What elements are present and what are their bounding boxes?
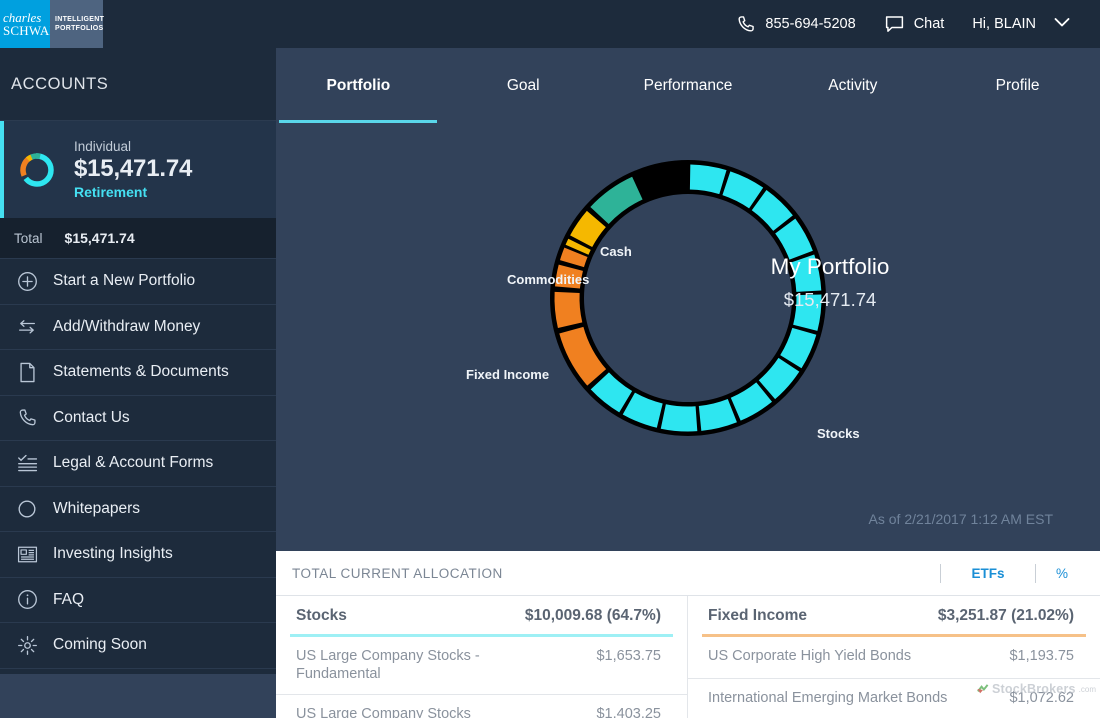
- portfolio-donut-chart[interactable]: [398, 148, 978, 448]
- chart-label-fixed-income: Fixed Income: [466, 367, 550, 382]
- info-circle-icon: [16, 589, 38, 611]
- sidebar-nav-list: Start a New Portfolio Add/Withdraw Money: [0, 258, 276, 669]
- logo-portfolios: PORTFOLIOS: [55, 25, 104, 32]
- chart-label-commodities: Commodities: [507, 272, 590, 287]
- document-icon: [16, 361, 38, 383]
- etfs-toggle-link[interactable]: ETFs: [941, 566, 1035, 581]
- as-of-timestamp: As of 2/21/2017 1:12 AM EST: [868, 511, 1053, 527]
- top-header-bar: charles SCHWAB INTELLIGENT PORTFOLIOS 85…: [0, 0, 1100, 48]
- sidebar-item-label: Whitepapers: [53, 499, 141, 517]
- sidebar-item-investing-insights[interactable]: Investing Insights: [0, 532, 276, 578]
- account-tag: Retirement: [74, 184, 148, 200]
- logo-charles: charles: [3, 9, 42, 25]
- accounts-heading: ACCOUNTS: [11, 74, 109, 93]
- phone-icon: [736, 14, 756, 34]
- account-card-individual[interactable]: Individual $15,471.74 Retirement: [0, 120, 276, 218]
- holding-name: US Large Company Stocks - Fundamental: [296, 648, 480, 683]
- page-root: charles SCHWAB INTELLIGENT PORTFOLIOS 85…: [0, 0, 1100, 718]
- category-summary-row: Fixed Income $3,251.87 (21.02%): [688, 596, 1100, 634]
- holding-row[interactable]: US Corporate High Yield Bonds $1,193.75: [688, 637, 1100, 679]
- sidebar-item-contact-us[interactable]: Contact Us: [0, 396, 276, 441]
- logo-schwab: SCHWAB: [3, 23, 59, 38]
- sidebar-item-label: Coming Soon: [53, 636, 147, 654]
- sidebar-item-label: FAQ: [53, 590, 85, 608]
- account-type: Individual: [74, 139, 132, 154]
- total-value: $15,471.74: [64, 230, 135, 246]
- sidebar-item-label: Statements & Documents: [53, 363, 229, 381]
- sidebar-item-add-withdraw-money[interactable]: Add/Withdraw Money: [0, 305, 276, 350]
- tab-activity[interactable]: Activity: [770, 48, 935, 123]
- sidebar-item-faq[interactable]: FAQ: [0, 578, 276, 623]
- holding-name: International Emerging Market Bonds: [708, 690, 948, 706]
- holding-name: US Large Company Stocks: [296, 705, 471, 718]
- allocation-donut-panel: My Portfolio $15,471.74 Cash Commodities…: [276, 123, 1100, 551]
- chart-label-cash: Cash: [600, 244, 632, 259]
- brand-logo[interactable]: charles SCHWAB INTELLIGENT PORTFOLIOS: [0, 0, 105, 48]
- phone-icon: [16, 407, 38, 429]
- sidebar-item-label: Investing Insights: [53, 545, 173, 563]
- category-summary-row: Stocks $10,009.68 (64.7%): [276, 596, 687, 634]
- holding-value: $1,653.75: [596, 648, 661, 664]
- sidebar-footer-panel: [0, 674, 276, 718]
- allocation-columns: Stocks $10,009.68 (64.7%) US Large Compa…: [276, 596, 1100, 718]
- header-utility-nav: 855-694-5208 Chat Hi, BLAIN: [722, 0, 1084, 48]
- sidebar-total-row: Total $15,471.74: [0, 218, 276, 258]
- user-menu[interactable]: Hi, BLAIN: [958, 16, 1084, 32]
- chat-label: Chat: [913, 16, 945, 32]
- allocation-header: TOTAL CURRENT ALLOCATION ETFs %: [276, 551, 1100, 596]
- chat-link[interactable]: Chat: [870, 14, 959, 34]
- phone-number-text: 855-694-5208: [765, 16, 856, 32]
- tab-bar: Portfolio Goal Performance Activity Prof…: [276, 48, 1100, 123]
- category-name: Stocks: [296, 607, 347, 624]
- main-content: Portfolio Goal Performance Activity Prof…: [276, 48, 1100, 718]
- sidebar-item-label: Legal & Account Forms: [53, 454, 214, 472]
- chart-label-stocks: Stocks: [817, 426, 860, 441]
- total-current-allocation-section: TOTAL CURRENT ALLOCATION ETFs % Stocks $…: [276, 551, 1100, 718]
- sidebar-item-label: Add/Withdraw Money: [53, 317, 201, 335]
- checklist-icon: [16, 452, 38, 474]
- allocation-title: TOTAL CURRENT ALLOCATION: [292, 565, 503, 581]
- holding-row[interactable]: International Emerging Market Bonds $1,0…: [688, 679, 1100, 718]
- category-summary: $3,251.87 (21.02%): [937, 607, 1074, 624]
- sidebar-item-label: Contact Us: [53, 408, 130, 426]
- account-donut-icon: [20, 152, 54, 187]
- holding-value: $1,072.62: [1009, 690, 1074, 706]
- newspaper-icon: [16, 543, 38, 565]
- transfer-arrows-icon: [16, 316, 38, 338]
- charles-schwab-logo: charles SCHWAB: [0, 0, 59, 48]
- allocation-column-stocks: Stocks $10,009.68 (64.7%) US Large Compa…: [276, 596, 688, 718]
- chat-bubble-icon: [884, 14, 905, 34]
- holding-value: $1,403.25: [596, 705, 661, 718]
- tab-profile[interactable]: Profile: [935, 48, 1100, 123]
- holding-row[interactable]: US Large Company Stocks - Fundamental $1…: [276, 637, 687, 695]
- holding-name: US Corporate High Yield Bonds: [708, 648, 912, 664]
- phone-number-link[interactable]: 855-694-5208: [722, 14, 869, 34]
- circle-icon: [16, 498, 38, 520]
- tab-goal[interactable]: Goal: [441, 48, 606, 123]
- sidebar-item-coming-soon[interactable]: Coming Soon: [0, 623, 276, 669]
- intelligent-portfolios-logo: INTELLIGENT PORTFOLIOS: [50, 0, 105, 48]
- tab-portfolio[interactable]: Portfolio: [276, 48, 441, 123]
- account-card-details: Individual $15,471.74 Retirement: [74, 139, 192, 200]
- category-name: Fixed Income: [708, 607, 808, 624]
- sidebar-item-statements-documents[interactable]: Statements & Documents: [0, 350, 276, 396]
- tab-performance[interactable]: Performance: [606, 48, 771, 123]
- sidebar-item-label: Start a New Portfolio: [53, 272, 196, 290]
- sidebar-item-whitepapers[interactable]: Whitepapers: [0, 487, 276, 532]
- plus-circle-icon: [16, 270, 38, 292]
- holding-value: $1,193.75: [1009, 648, 1074, 664]
- account-balance: $15,471.74: [74, 155, 193, 182]
- left-sidebar: ACCOUNTS Individual $15,471.74 Retiremen…: [0, 48, 276, 718]
- sparkle-icon: [16, 634, 38, 656]
- allocation-column-fixed-income: Fixed Income $3,251.87 (21.02%) US Corpo…: [688, 596, 1100, 718]
- sidebar-item-start-a-new-portfolio[interactable]: Start a New Portfolio: [0, 259, 276, 305]
- sidebar-item-legal-account-forms[interactable]: Legal & Account Forms: [0, 441, 276, 487]
- percent-toggle-link[interactable]: %: [1036, 566, 1088, 581]
- chevron-down-icon: [1054, 17, 1070, 31]
- holding-row[interactable]: US Large Company Stocks $1,403.25: [276, 695, 687, 718]
- total-label: Total: [14, 230, 43, 246]
- category-summary: $10,009.68 (64.7%): [524, 607, 661, 624]
- logo-intelligent: INTELLIGENT: [55, 15, 105, 23]
- user-greeting: Hi, BLAIN: [972, 16, 1036, 32]
